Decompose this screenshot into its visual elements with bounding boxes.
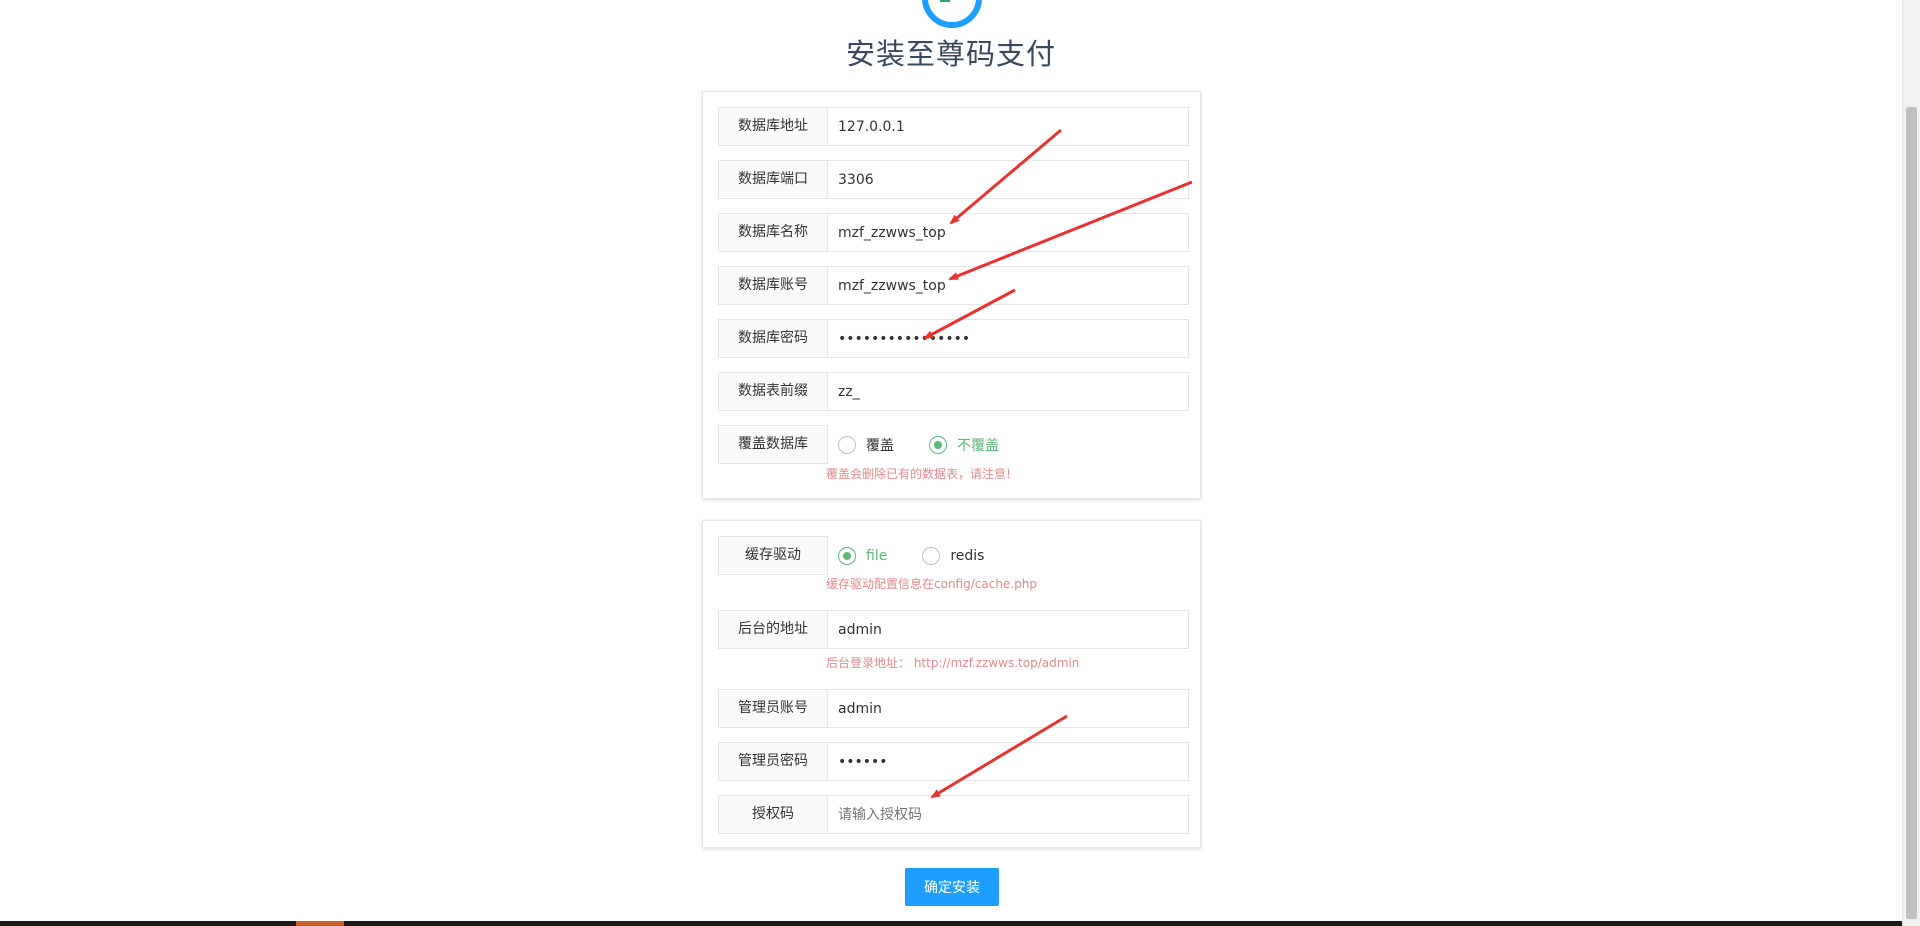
db-port-label: 数据库端口 [718, 160, 828, 199]
admin-path-hint: 后台登录地址： http://mzf.zzwws.top/admin [826, 656, 1080, 670]
admin-user-input[interactable] [827, 689, 1189, 728]
db-overwrite-label: 覆盖数据库 [718, 425, 828, 464]
db-port-row: 数据库端口 [718, 160, 1189, 199]
logo-icon [922, 0, 982, 28]
admin-password-row: 管理员密码 [718, 742, 1189, 781]
db-password-row: 数据库密码 [718, 319, 1189, 358]
radio-checked-icon [929, 435, 947, 454]
license-row: 授权码 [718, 795, 1189, 834]
page-title: 安装至尊码支付 [845, 37, 1056, 71]
bottom-taskbar-edge [0, 921, 1902, 926]
db-port-input[interactable] [827, 160, 1189, 199]
radio-checked-icon [838, 546, 856, 565]
overwrite-yes-label: 覆盖 [866, 437, 894, 454]
admin-path-input[interactable] [827, 610, 1189, 649]
db-password-label: 数据库密码 [718, 319, 828, 358]
db-user-label: 数据库账号 [718, 266, 828, 305]
cache-radio-group: file redis [838, 536, 1019, 575]
database-panel: 数据库地址 数据库端口 数据库名称 数据库账号 数据库密码 数据表前缀 覆盖数据… [702, 91, 1201, 499]
taskbar-segment [296, 921, 344, 926]
admin-password-label: 管理员密码 [718, 742, 828, 781]
cache-redis-label: redis [950, 547, 985, 564]
overwrite-hint: 覆盖会删除已有的数据表，请注意! [826, 467, 1011, 481]
overwrite-no-label: 不覆盖 [957, 437, 999, 454]
cache-hint: 缓存驱动配置信息在config/cache.php [826, 577, 1037, 591]
cache-radio-redis[interactable]: redis [922, 546, 985, 565]
overwrite-radio-no[interactable]: 不覆盖 [929, 435, 999, 455]
db-name-label: 数据库名称 [718, 213, 828, 252]
admin-password-input[interactable] [827, 742, 1189, 781]
db-host-label: 数据库地址 [718, 107, 828, 146]
db-name-input[interactable] [827, 213, 1189, 252]
db-host-input[interactable] [827, 107, 1189, 146]
install-page: 安装至尊码支付 数据库地址 数据库端口 数据库名称 数据库账号 数据库密码 数据… [0, 0, 1920, 926]
cache-radio-file[interactable]: file [838, 546, 888, 565]
db-prefix-row: 数据表前缀 [718, 372, 1189, 411]
admin-user-label: 管理员账号 [718, 689, 828, 728]
db-name-row: 数据库名称 [718, 213, 1189, 252]
scrollbar-thumb[interactable] [1906, 107, 1917, 919]
cache-file-label: file [866, 547, 888, 564]
db-overwrite-row: 覆盖数据库 覆盖 不覆盖 [718, 425, 1189, 464]
radio-unchecked-icon [922, 546, 941, 565]
license-label: 授权码 [718, 795, 828, 834]
db-host-row: 数据库地址 [718, 107, 1189, 146]
install-button[interactable]: 确定安装 [905, 868, 999, 906]
admin-path-label: 后台的地址 [718, 610, 828, 649]
cache-label: 缓存驱动 [718, 536, 828, 575]
overwrite-radio-group: 覆盖 不覆盖 [838, 425, 1034, 464]
db-user-input[interactable] [827, 266, 1189, 305]
license-input[interactable] [827, 795, 1189, 834]
db-prefix-input[interactable] [827, 372, 1189, 411]
vertical-scrollbar[interactable] [1902, 0, 1920, 926]
admin-user-row: 管理员账号 [718, 689, 1189, 728]
radio-unchecked-icon [838, 435, 856, 454]
overwrite-radio-yes[interactable]: 覆盖 [838, 435, 894, 455]
db-user-row: 数据库账号 [718, 266, 1189, 305]
db-prefix-label: 数据表前缀 [718, 372, 828, 411]
db-password-input[interactable] [827, 319, 1189, 358]
admin-panel: 缓存驱动 file redis 缓存驱动配置信息在config/cache.ph… [702, 520, 1201, 848]
admin-path-row: 后台的地址 [718, 610, 1189, 649]
cache-row: 缓存驱动 file redis [718, 536, 1189, 575]
